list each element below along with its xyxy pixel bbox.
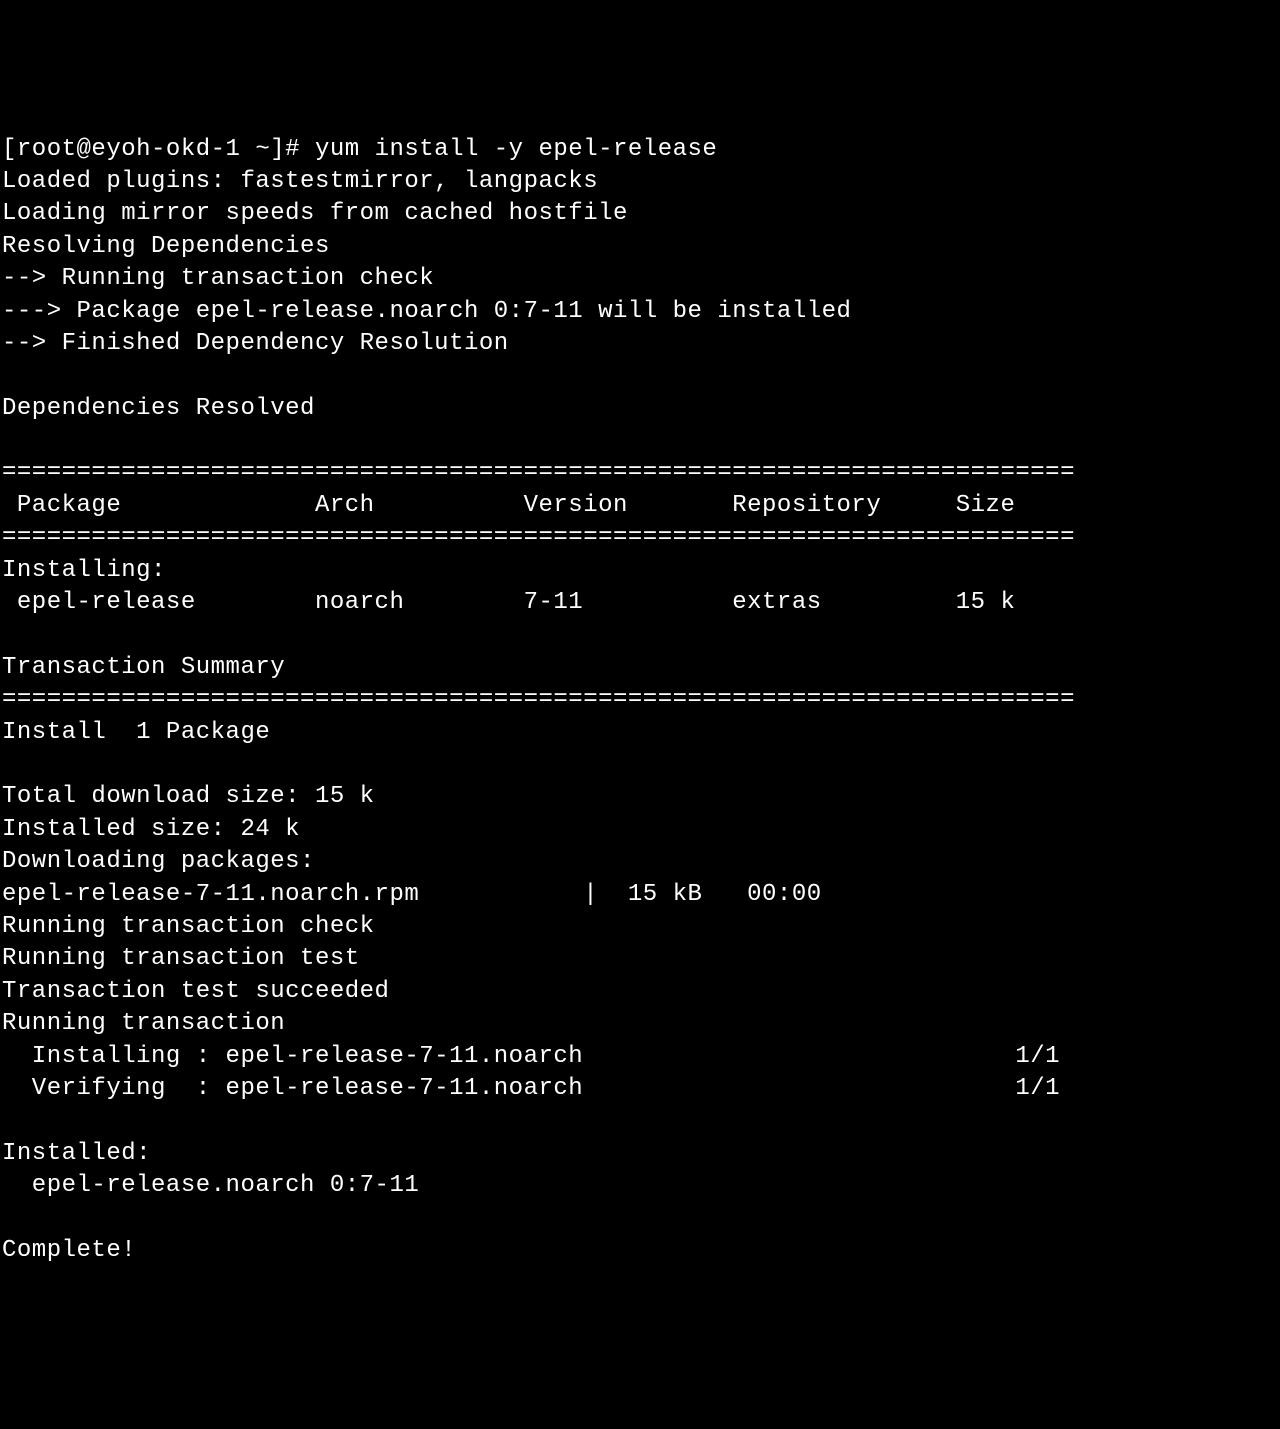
- output-line: Install 1 Package: [2, 719, 270, 746]
- output-line: ---> Package epel-release.noarch 0:7-11 …: [2, 298, 851, 325]
- table-header: Package Arch Version Repository Size: [2, 492, 1015, 519]
- output-line: Installing : epel-release-7-11.noarch 1/…: [2, 1043, 1060, 1070]
- output-line: Transaction test succeeded: [2, 978, 389, 1005]
- output-line: Installed size: 24 k: [2, 816, 300, 843]
- output-line: Complete!: [2, 1237, 136, 1264]
- output-line: Verifying : epel-release-7-11.noarch 1/1: [2, 1075, 1060, 1102]
- output-line: Running transaction: [2, 1010, 285, 1037]
- output-line: epel-release-7-11.noarch.rpm | 15 kB 00:…: [2, 881, 822, 908]
- divider-line: ========================================…: [2, 459, 1075, 486]
- output-line: Running transaction check: [2, 913, 375, 940]
- output-line: Running transaction test: [2, 945, 360, 972]
- divider-line: ========================================…: [2, 686, 1075, 713]
- output-line: Resolving Dependencies: [2, 233, 330, 260]
- table-row: epel-release noarch 7-11 extras 15 k: [2, 589, 1015, 616]
- terminal-output: [root@eyoh-okd-1 ~]# yum install -y epel…: [2, 134, 1278, 1268]
- output-line: Downloading packages:: [2, 848, 315, 875]
- output-line: Loading mirror speeds from cached hostfi…: [2, 200, 628, 227]
- output-line: Transaction Summary: [2, 654, 285, 681]
- output-line: Installing:: [2, 557, 166, 584]
- output-line: Installed:: [2, 1140, 151, 1167]
- divider-line: ========================================…: [2, 524, 1075, 551]
- output-line: Dependencies Resolved: [2, 395, 315, 422]
- output-line: --> Finished Dependency Resolution: [2, 330, 509, 357]
- command-text: yum install -y epel-release: [315, 136, 717, 163]
- output-line: Loaded plugins: fastestmirror, langpacks: [2, 168, 598, 195]
- output-line: Total download size: 15 k: [2, 783, 375, 810]
- output-line: epel-release.noarch 0:7-11: [2, 1172, 419, 1199]
- shell-prompt: [root@eyoh-okd-1 ~]#: [2, 136, 315, 163]
- output-line: --> Running transaction check: [2, 265, 434, 292]
